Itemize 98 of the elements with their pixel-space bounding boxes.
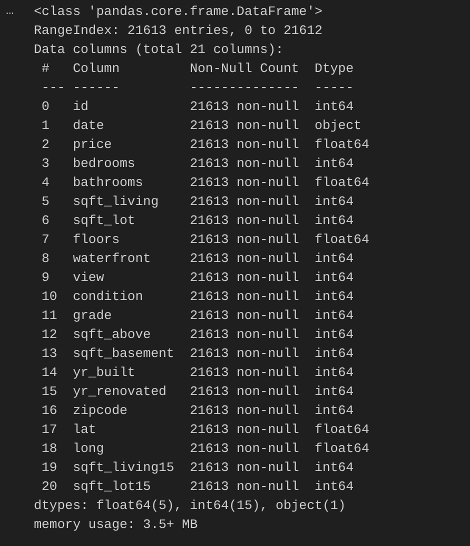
output-line: RangeIndex: 21613 entries, 0 to 21612 <box>34 22 324 40</box>
dtype: int64 <box>314 478 354 496</box>
non-null-count: 21613 non-null <box>190 345 300 363</box>
column-name: yr_renovated <box>72 383 166 401</box>
column-header: Column <box>72 60 120 78</box>
header-rule: ------ <box>72 79 120 97</box>
row-index: 3 <box>40 155 50 173</box>
dtype: object <box>314 117 362 135</box>
row-index: 11 <box>40 307 58 325</box>
row-index: 1 <box>40 117 50 135</box>
dtype: float64 <box>314 421 370 439</box>
non-null-count: 21613 non-null <box>190 288 300 306</box>
output-line: memory usage: 3.5+ MB <box>34 516 199 534</box>
non-null-count: 21613 non-null <box>190 459 300 477</box>
row-index: 6 <box>40 212 50 230</box>
non-null-count: 21613 non-null <box>190 269 300 287</box>
column-header: Non-Null Count <box>190 60 300 78</box>
column-header: # <box>40 60 50 78</box>
column-name: yr_built <box>72 364 136 382</box>
non-null-count: 21613 non-null <box>190 231 300 249</box>
column-name: long <box>72 440 104 458</box>
non-null-count: 21613 non-null <box>190 478 300 496</box>
row-index: 19 <box>40 459 58 477</box>
row-index: 7 <box>40 231 50 249</box>
non-null-count: 21613 non-null <box>190 364 300 382</box>
non-null-count: 21613 non-null <box>190 136 300 154</box>
non-null-count: 21613 non-null <box>190 117 300 135</box>
column-name: bathrooms <box>72 174 144 192</box>
non-null-count: 21613 non-null <box>190 307 300 325</box>
dtype: float64 <box>314 136 370 154</box>
non-null-count: 21613 non-null <box>190 383 300 401</box>
dtype: int64 <box>314 193 354 211</box>
row-index: 9 <box>40 269 50 287</box>
dtype: int64 <box>314 364 354 382</box>
row-index: 18 <box>40 440 58 458</box>
dtype: int64 <box>314 345 354 363</box>
more-actions-icon[interactable]: … <box>4 1 16 20</box>
column-name: lat <box>72 421 96 439</box>
header-rule: --- <box>40 79 66 97</box>
dtype: int64 <box>314 288 354 306</box>
dtype: int64 <box>314 212 354 230</box>
column-name: zipcode <box>72 402 128 420</box>
dtype: int64 <box>314 459 354 477</box>
column-name: condition <box>72 288 144 306</box>
column-name: sqft_living15 <box>72 459 174 477</box>
dtype: int64 <box>314 326 354 344</box>
row-index: 16 <box>40 402 58 420</box>
column-name: sqft_lot15 <box>72 478 151 496</box>
non-null-count: 21613 non-null <box>190 98 300 116</box>
non-null-count: 21613 non-null <box>190 326 300 344</box>
dtype: float64 <box>314 440 370 458</box>
column-name: sqft_lot <box>72 212 136 230</box>
row-index: 5 <box>40 193 50 211</box>
dtype: int64 <box>314 402 354 420</box>
output-line: <class 'pandas.core.frame.DataFrame'> <box>34 3 324 21</box>
column-name: id <box>72 98 88 116</box>
dtype: int64 <box>314 155 354 173</box>
row-index: 12 <box>40 326 58 344</box>
row-index: 8 <box>40 250 50 268</box>
dtype: int64 <box>314 307 354 325</box>
column-name: grade <box>72 307 112 325</box>
dtype: int64 <box>314 98 354 116</box>
row-index: 0 <box>40 98 50 116</box>
output-line: dtypes: float64(5), int64(15), object(1) <box>34 497 347 515</box>
non-null-count: 21613 non-null <box>190 440 300 458</box>
non-null-count: 21613 non-null <box>190 421 300 439</box>
row-index: 13 <box>40 345 58 363</box>
column-name: view <box>72 269 104 287</box>
column-name: waterfront <box>72 250 151 268</box>
column-name: bedrooms <box>72 155 136 173</box>
column-name: floors <box>72 231 120 249</box>
dtype: int64 <box>314 269 354 287</box>
non-null-count: 21613 non-null <box>190 402 300 420</box>
column-name: sqft_basement <box>72 345 174 363</box>
row-index: 17 <box>40 421 58 439</box>
row-index: 4 <box>40 174 50 192</box>
dtype: float64 <box>314 231 370 249</box>
non-null-count: 21613 non-null <box>190 250 300 268</box>
column-name: sqft_above <box>72 326 151 344</box>
column-name: price <box>72 136 112 154</box>
non-null-count: 21613 non-null <box>190 174 300 192</box>
row-index: 2 <box>40 136 50 154</box>
non-null-count: 21613 non-null <box>190 193 300 211</box>
column-name: sqft_living <box>72 193 159 211</box>
column-header: Dtype <box>314 60 354 78</box>
dtype: int64 <box>314 250 354 268</box>
header-rule: ----- <box>314 79 354 97</box>
row-index: 14 <box>40 364 58 382</box>
output-line: Data columns (total 21 columns): <box>34 41 284 59</box>
row-index: 20 <box>40 478 58 496</box>
non-null-count: 21613 non-null <box>190 212 300 230</box>
header-rule: -------------- <box>190 79 300 97</box>
dtype: int64 <box>314 383 354 401</box>
dtype: float64 <box>314 174 370 192</box>
row-index: 15 <box>40 383 58 401</box>
row-index: 10 <box>40 288 58 306</box>
non-null-count: 21613 non-null <box>190 155 300 173</box>
column-name: date <box>72 117 104 135</box>
